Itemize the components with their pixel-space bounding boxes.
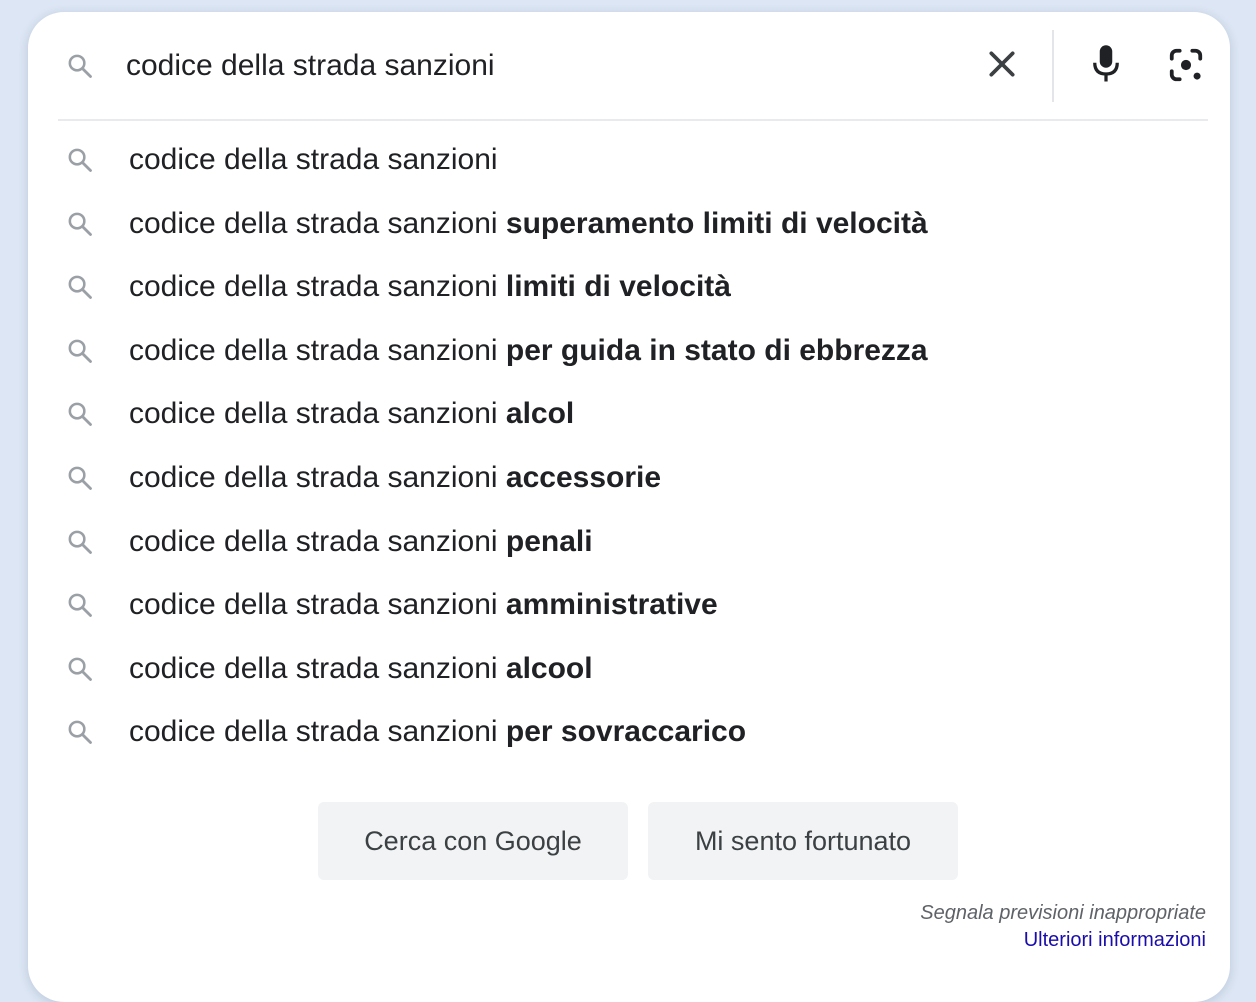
search-icon bbox=[66, 337, 94, 365]
suggestion-item[interactable]: codice della strada sanzioni penali bbox=[28, 510, 1230, 574]
suggestion-prefix: codice della strada sanzioni bbox=[129, 715, 506, 749]
search-icon bbox=[66, 273, 94, 301]
search-bar: codice della strada sanzioni bbox=[28, 12, 1230, 120]
suggestion-completion: limiti di velocità bbox=[505, 270, 731, 304]
suggestion-prefix: codice della strada sanzioni bbox=[129, 270, 506, 304]
suggestion-completion: superamento limiti di velocità bbox=[505, 206, 928, 240]
suggestion-list: codice della strada sanzioni codice dell… bbox=[28, 128, 1230, 764]
suggestion-text: codice della strada sanzioni limiti di v… bbox=[129, 255, 731, 319]
suggestion-item[interactable]: codice della strada sanzioni per guida i… bbox=[28, 319, 1230, 383]
suggestion-completion: alcool bbox=[505, 651, 593, 685]
suggestion-text: codice della strada sanzioni accessorie bbox=[129, 446, 661, 510]
camera-lens-icon bbox=[1167, 46, 1205, 89]
suggestion-item[interactable]: codice della strada sanzioni alcool bbox=[28, 637, 1230, 701]
voice-search-button[interactable] bbox=[1086, 44, 1126, 88]
suggestion-text: codice della strada sanzioni per sovracc… bbox=[129, 700, 746, 764]
suggestion-item[interactable]: codice della strada sanzioni amministrat… bbox=[28, 573, 1230, 637]
more-info-link[interactable]: Ulteriori informazioni bbox=[1024, 929, 1206, 952]
suggestion-item[interactable]: codice della strada sanzioni bbox=[28, 128, 1230, 192]
suggestion-prefix: codice della strada sanzioni bbox=[129, 206, 506, 240]
suggestion-prefix: codice della strada sanzioni bbox=[129, 143, 498, 176]
report-predictions-link[interactable]: Segnala previsioni inappropriate bbox=[920, 902, 1206, 925]
suggestion-prefix: codice della strada sanzioni bbox=[129, 333, 506, 367]
search-bar-separator bbox=[58, 119, 1208, 121]
suggestion-completion: per sovraccarico bbox=[505, 715, 747, 749]
search-icon bbox=[66, 400, 94, 428]
suggestion-completion: penali bbox=[505, 524, 593, 558]
search-icon bbox=[66, 528, 94, 556]
suggestion-text: codice della strada sanzioni alcool bbox=[129, 637, 593, 701]
search-icon bbox=[66, 591, 94, 619]
suggestion-prefix: codice della strada sanzioni bbox=[129, 460, 506, 494]
google-search-button[interactable]: Cerca con Google bbox=[318, 802, 628, 880]
search-icon bbox=[66, 655, 94, 683]
suggestion-text: codice della strada sanzioni penali bbox=[129, 510, 593, 574]
search-icon bbox=[66, 464, 94, 492]
suggestion-text: codice della strada sanzioni amministrat… bbox=[129, 573, 718, 637]
close-icon bbox=[986, 48, 1018, 85]
suggestion-text: codice della strada sanzioni bbox=[129, 128, 498, 192]
search-icon bbox=[66, 718, 94, 746]
search-icon bbox=[66, 210, 94, 238]
suggestion-item[interactable]: codice della strada sanzioni per sovracc… bbox=[28, 700, 1230, 764]
search-icon bbox=[66, 52, 94, 80]
suggestion-item[interactable]: codice della strada sanzioni alcol bbox=[28, 382, 1230, 446]
microphone-icon bbox=[1091, 44, 1121, 89]
suggestion-completion: per guida in stato di ebbrezza bbox=[505, 333, 928, 367]
suggestion-prefix: codice della strada sanzioni bbox=[129, 397, 506, 431]
suggestion-text: codice della strada sanzioni per guida i… bbox=[129, 319, 928, 383]
clear-button[interactable] bbox=[982, 46, 1022, 86]
suggestion-prefix: codice della strada sanzioni bbox=[129, 651, 506, 685]
suggestion-completion: accessorie bbox=[505, 460, 662, 494]
suggestion-text: codice della strada sanzioni alcol bbox=[129, 382, 574, 446]
suggestion-completion: amministrative bbox=[505, 588, 718, 622]
suggestion-item[interactable]: codice della strada sanzioni limiti di v… bbox=[28, 255, 1230, 319]
divider bbox=[1052, 30, 1054, 102]
image-search-button[interactable] bbox=[1164, 46, 1208, 88]
suggestion-prefix: codice della strada sanzioni bbox=[129, 524, 506, 558]
search-icon bbox=[66, 146, 94, 174]
feeling-lucky-button[interactable]: Mi sento fortunato bbox=[648, 802, 958, 880]
button-row: Cerca con Google Mi sento fortunato bbox=[28, 802, 1230, 880]
suggestion-item[interactable]: codice della strada sanzioni superamento… bbox=[28, 192, 1230, 256]
suggestion-prefix: codice della strada sanzioni bbox=[129, 588, 506, 622]
suggestion-text: codice della strada sanzioni superamento… bbox=[129, 192, 928, 256]
search-input[interactable]: codice della strada sanzioni bbox=[126, 42, 495, 90]
suggestion-completion: alcol bbox=[505, 397, 575, 431]
search-panel: codice della strada sanzioni codice dell… bbox=[28, 12, 1230, 1002]
suggestion-item[interactable]: codice della strada sanzioni accessorie bbox=[28, 446, 1230, 510]
